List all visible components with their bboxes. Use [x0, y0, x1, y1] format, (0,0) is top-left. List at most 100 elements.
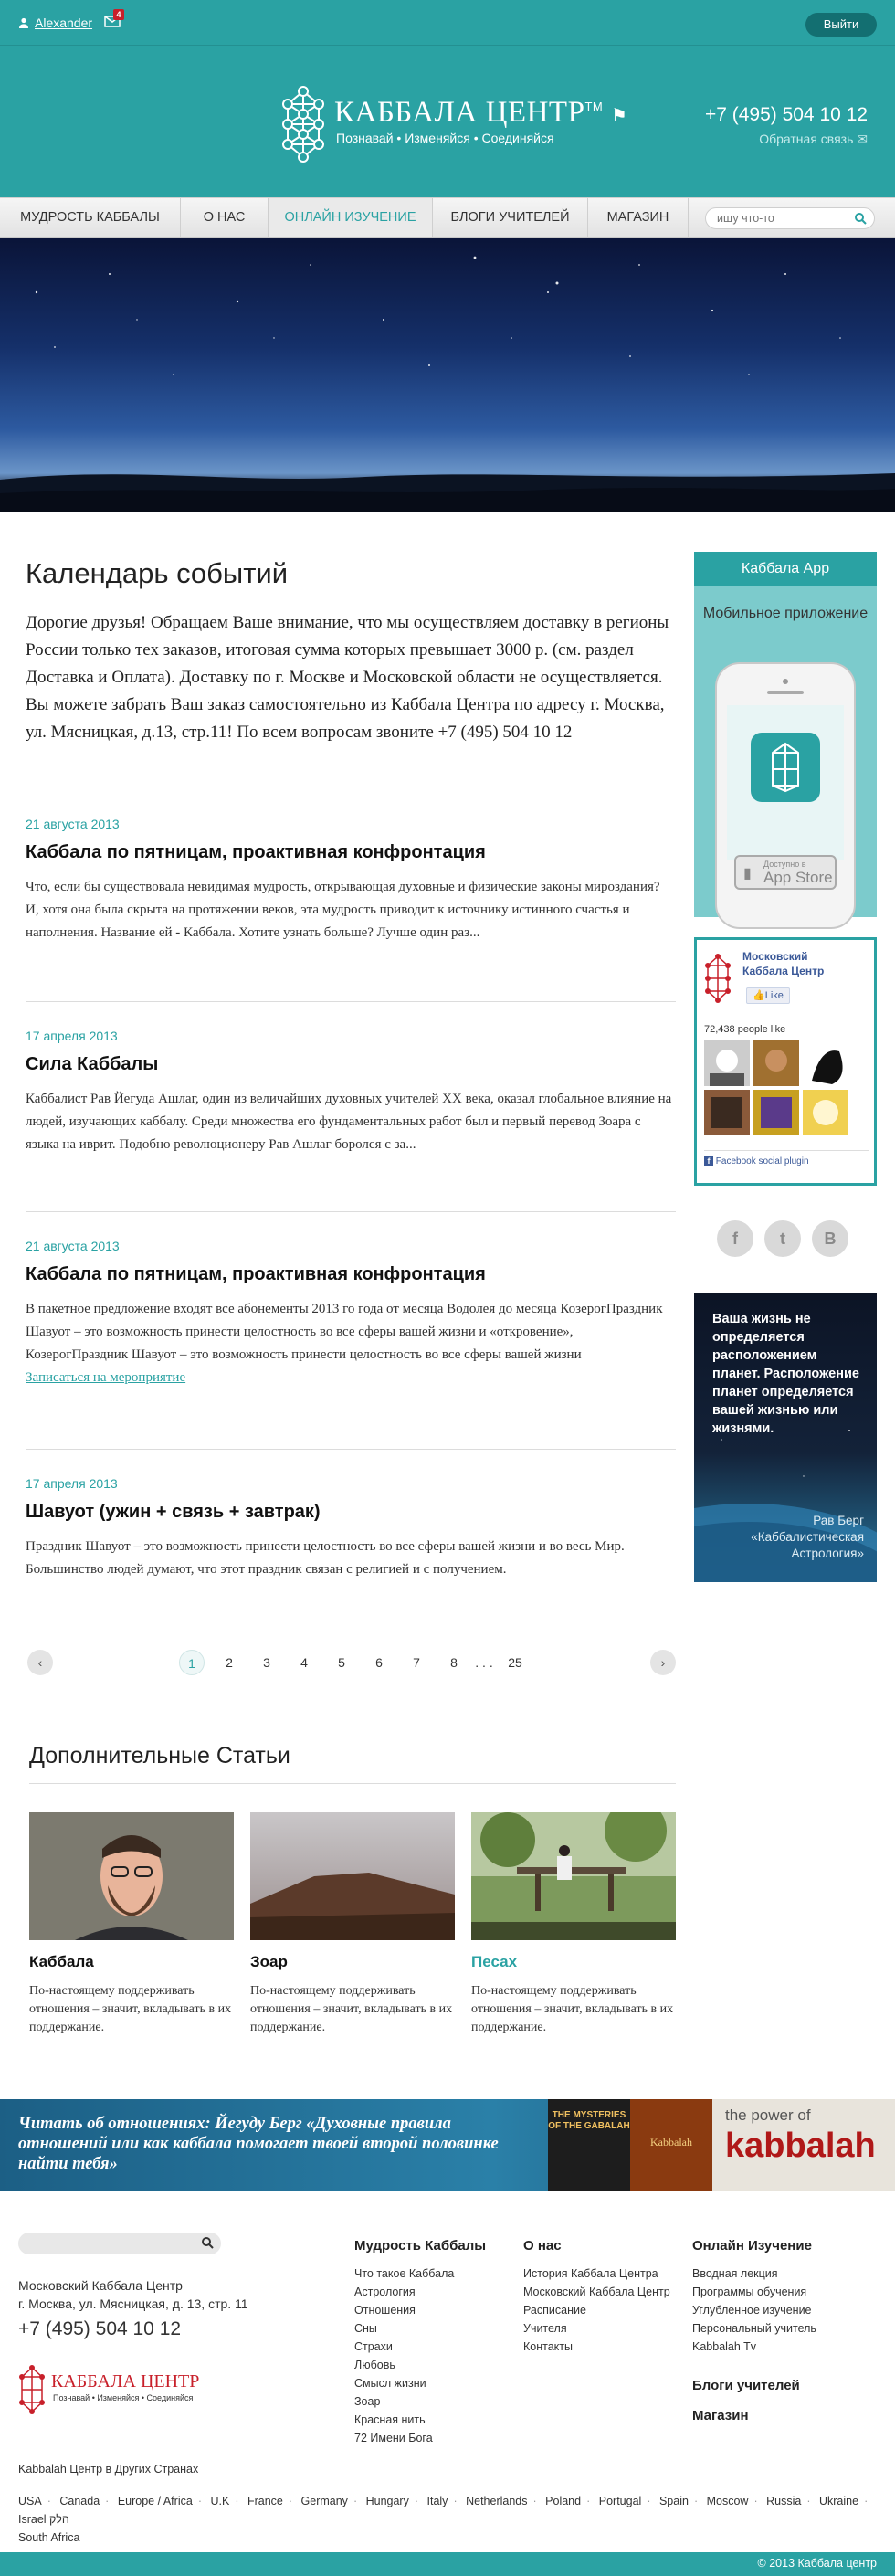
user-menu[interactable]: Alexander — [18, 16, 92, 30]
country-link[interactable]: Hungary — [366, 2495, 409, 2507]
banner-text[interactable]: Читать об отношениях: Йегуду Берг «Духов… — [18, 2114, 530, 2174]
footer-link[interactable]: Персональный учитель — [692, 2319, 816, 2338]
footer-link[interactable]: История Каббала Центра — [523, 2265, 670, 2283]
nav-item-online-study[interactable]: ОНЛАЙН ИЗУЧЕНИЕ — [268, 198, 433, 237]
article-card[interactable]: Песах По-настоящему поддерживать отношен… — [471, 1812, 676, 2037]
page-number[interactable]: 3 — [254, 1650, 279, 1675]
footer-shop-link[interactable]: Магазин — [692, 2408, 816, 2423]
search-input[interactable] — [717, 208, 854, 228]
nav-item-kabbalah-wisdom[interactable]: МУДРОСТЬ КАББАЛЫ — [0, 198, 181, 237]
page-number[interactable]: 7 — [404, 1650, 429, 1675]
event-title[interactable]: Каббала по пятницам, проактивная конфрон… — [26, 1264, 676, 1285]
event-title[interactable]: Каббала по пятницам, проактивная конфрон… — [26, 842, 676, 863]
app-promo[interactable]: Каббала App Мобильное приложение ▮ Досту… — [694, 552, 877, 929]
country-link[interactable]: France — [247, 2495, 283, 2507]
relationships-banner[interactable]: Читать об отношениях: Йегуду Берг «Духов… — [0, 2099, 895, 2191]
page-number-last[interactable]: 25 — [502, 1650, 528, 1675]
footer-col-title[interactable]: О нас — [523, 2238, 670, 2254]
footer-link[interactable]: Зоар — [354, 2392, 486, 2411]
vkontakte-share-icon[interactable]: B — [812, 1220, 848, 1257]
country-link[interactable]: Spain — [659, 2495, 689, 2507]
footer-link[interactable]: Страхи — [354, 2338, 486, 2356]
footer-link[interactable]: Красная нить — [354, 2411, 486, 2429]
article-title[interactable]: Песах — [471, 1953, 676, 1971]
quote-banner[interactable]: Ваша жизнь не определяется расположением… — [694, 1293, 877, 1582]
page-number[interactable]: 4 — [291, 1650, 317, 1675]
footer-link[interactable]: Программы обучения — [692, 2283, 816, 2301]
event-title[interactable]: Шавуот (ужин + связь + завтрак) — [26, 1502, 676, 1523]
footer-link[interactable]: Московский Каббала Центр — [523, 2283, 670, 2301]
page-number[interactable]: 2 — [216, 1650, 242, 1675]
country-link[interactable]: U.K — [210, 2495, 229, 2507]
article-card[interactable]: Зоар По-настоящему поддерживать отношени… — [250, 1812, 455, 2037]
hebrew-mark-icon: ⚑ — [610, 106, 628, 126]
article-image[interactable] — [29, 1812, 234, 1940]
username-link[interactable]: Alexander — [35, 16, 92, 30]
page-number[interactable]: 8 — [441, 1650, 467, 1675]
next-page-button[interactable]: › — [650, 1650, 676, 1675]
footer-link[interactable]: Сны — [354, 2319, 486, 2338]
logout-button[interactable]: Выйти — [806, 13, 877, 37]
kabbalah-centre-logo-icon[interactable] — [704, 953, 732, 1004]
article-image[interactable] — [471, 1812, 676, 1940]
tree-of-life-logo-icon[interactable] — [280, 84, 326, 166]
country-link[interactable]: Portugal — [599, 2495, 642, 2507]
divider — [26, 1001, 676, 1002]
register-event-link[interactable]: Записаться на мероприятие — [26, 1370, 185, 1386]
footer-link[interactable]: Углубленное изучение — [692, 2301, 816, 2319]
country-link[interactable]: Moscow — [707, 2495, 749, 2507]
nav-item-teacher-blogs[interactable]: БЛОГИ УЧИТЕЛЕЙ — [433, 198, 588, 237]
footer-link[interactable]: Что такое Каббала — [354, 2265, 486, 2283]
page-number[interactable]: 5 — [329, 1650, 354, 1675]
footer-link[interactable]: Контакты — [523, 2338, 670, 2356]
country-link[interactable]: Netherlands — [466, 2495, 527, 2507]
country-link[interactable]: Europe / Africa — [118, 2495, 193, 2507]
feedback-link[interactable]: Обратная связь ✉ — [759, 132, 868, 147]
fb-page-name[interactable]: Московский Каббала Центр — [742, 949, 852, 978]
country-link[interactable]: Italy — [427, 2495, 448, 2507]
event-title[interactable]: Сила Каббалы — [26, 1054, 676, 1075]
event-description: Что, если бы существовала невидимая мудр… — [26, 880, 660, 940]
footer-link[interactable]: 72 Имени Бога — [354, 2429, 486, 2447]
app-store-badge[interactable]: ▮ Доступно в App Store — [734, 855, 837, 890]
article-card[interactable]: Каббала По-настоящему поддерживать отнош… — [29, 1812, 234, 2037]
footer-search-box[interactable] — [18, 2233, 221, 2254]
footer-col-title[interactable]: Онлайн Изучение — [692, 2238, 816, 2254]
twitter-share-icon[interactable]: t — [764, 1220, 801, 1257]
country-link[interactable]: Russia — [766, 2495, 801, 2507]
country-link[interactable]: Poland — [545, 2495, 581, 2507]
footer-col-title[interactable]: Мудрость Каббалы — [354, 2238, 486, 2254]
country-link[interactable]: South Africa — [18, 2531, 79, 2544]
event-date: 21 августа 2013 — [26, 1239, 120, 1253]
brand-name[interactable]: КАББАЛА ЦЕНТРTM ⚑ — [334, 96, 627, 130]
divider — [29, 1783, 676, 1784]
article-title[interactable]: Каббала — [29, 1953, 234, 1971]
nav-item-shop[interactable]: МАГАЗИН — [588, 198, 689, 237]
book-cover-power: the power of kabbalah — [712, 2099, 895, 2191]
footer-link[interactable]: Учителя — [523, 2319, 670, 2338]
footer-link[interactable]: Астрология — [354, 2283, 486, 2301]
country-link[interactable]: USA — [18, 2495, 42, 2507]
mail-count-badge: 4 — [113, 9, 124, 20]
search-icon[interactable] — [854, 212, 867, 225]
country-link[interactable]: Canada — [59, 2495, 100, 2507]
page-number[interactable]: 1 — [179, 1650, 205, 1675]
footer-link[interactable]: Любовь — [354, 2356, 486, 2374]
footer-blogs-link[interactable]: Блоги учителей — [692, 2378, 816, 2393]
footer-link[interactable]: Kabbalah Tv — [692, 2338, 816, 2356]
facebook-share-icon[interactable]: f — [717, 1220, 753, 1257]
prev-page-button[interactable]: ‹ — [27, 1650, 53, 1675]
fb-like-button[interactable]: 👍Like — [746, 987, 790, 1004]
nav-item-about[interactable]: О НАС — [181, 198, 268, 237]
footer-link[interactable]: Смысл жизни — [354, 2374, 486, 2392]
page-number[interactable]: 6 — [366, 1650, 392, 1675]
country-link[interactable]: Israel הלק — [18, 2513, 69, 2526]
article-image[interactable] — [250, 1812, 455, 1940]
country-link[interactable]: Germany — [301, 2495, 348, 2507]
search-icon[interactable] — [201, 2236, 214, 2249]
country-link[interactable]: Ukraine — [819, 2495, 858, 2507]
footer-link[interactable]: Отношения — [354, 2301, 486, 2319]
footer-link[interactable]: Вводная лекция — [692, 2265, 816, 2283]
article-title[interactable]: Зоар — [250, 1953, 455, 1971]
footer-link[interactable]: Расписание — [523, 2301, 670, 2319]
